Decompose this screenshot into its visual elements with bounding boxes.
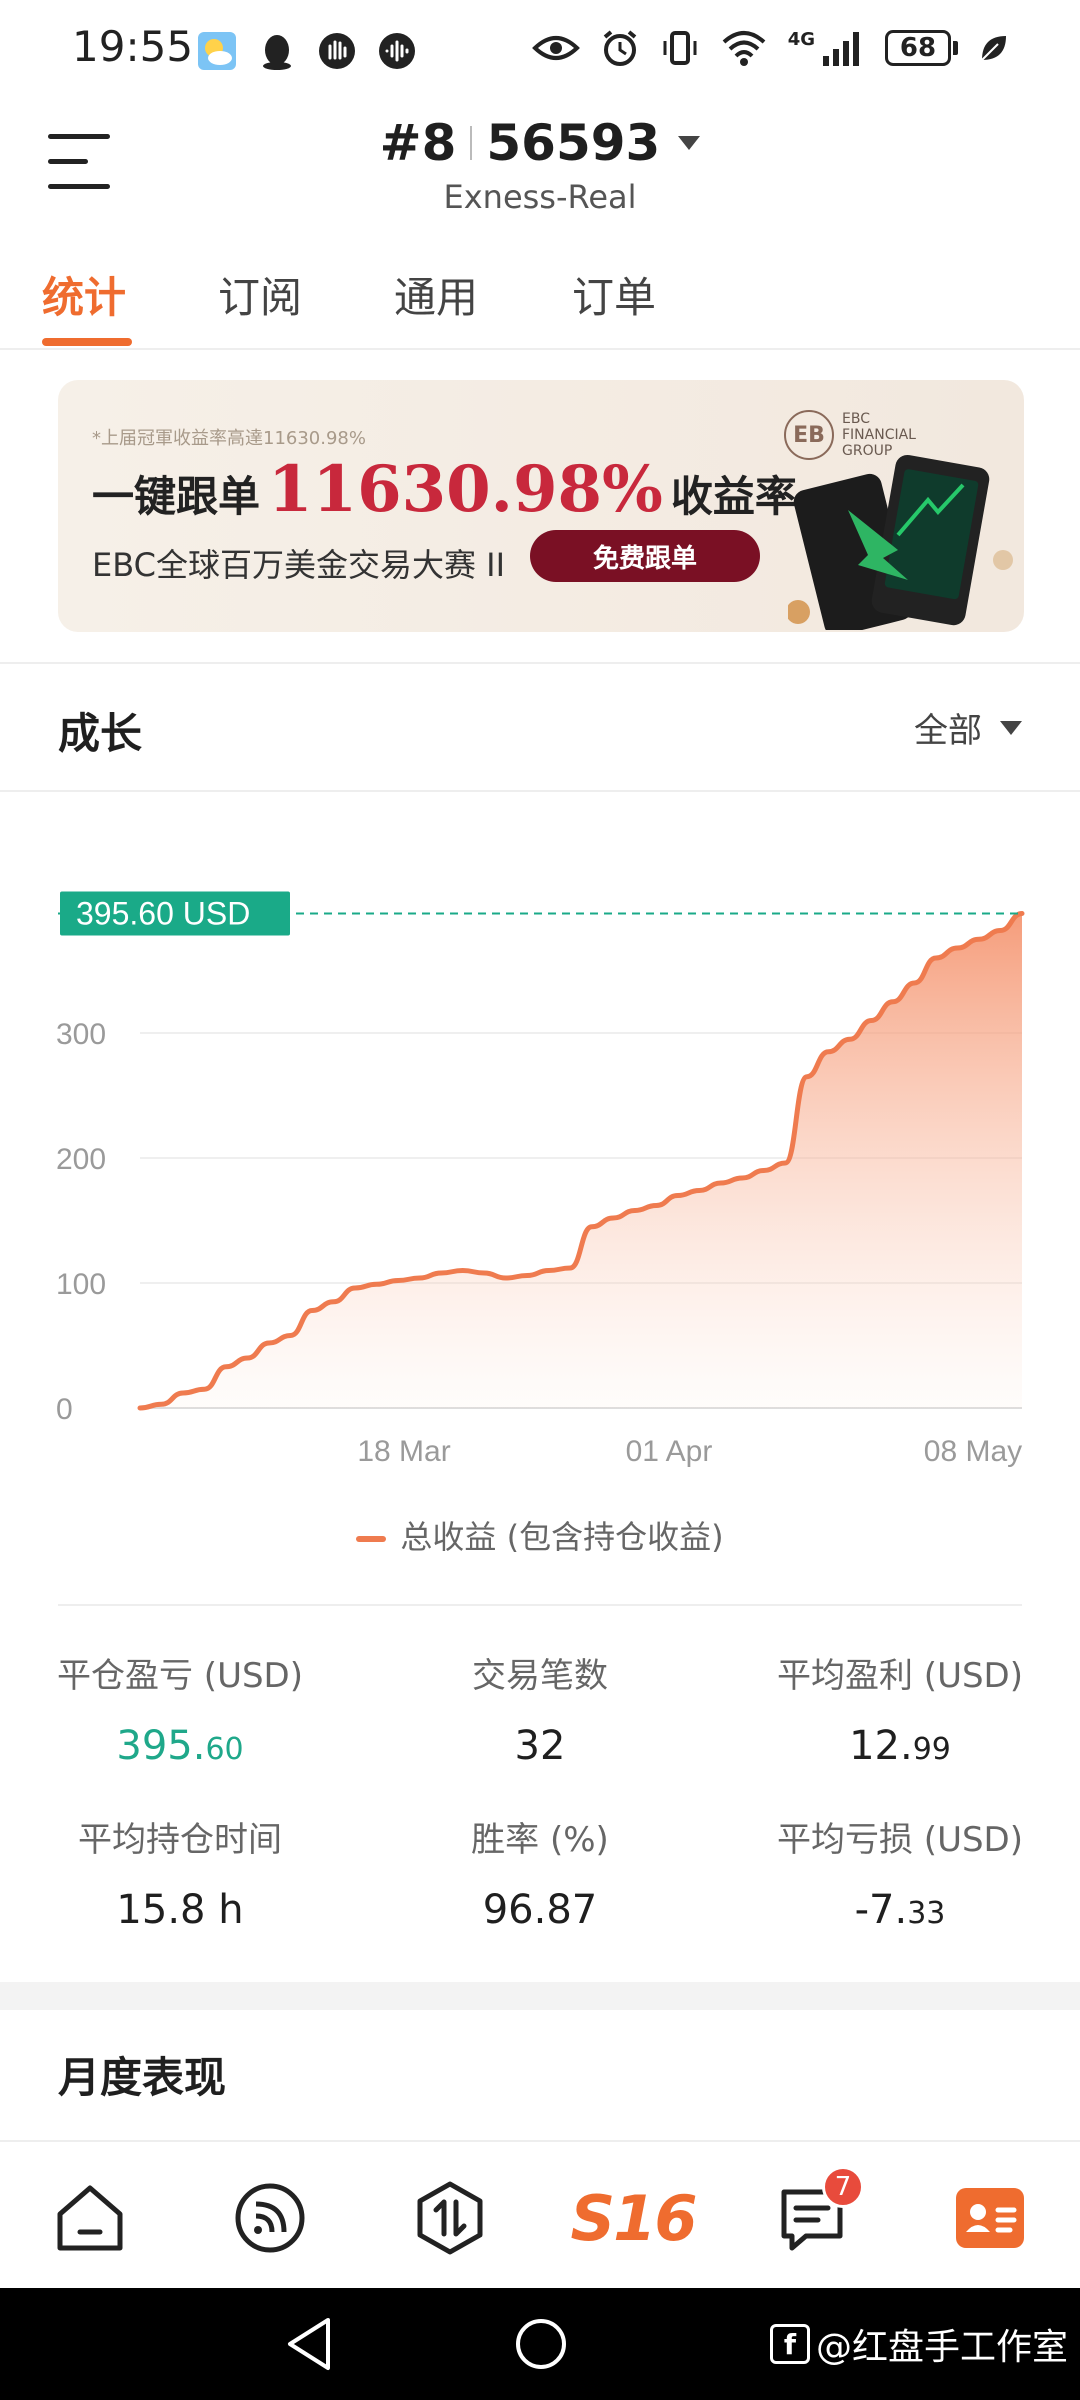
- phones-illustration: [788, 454, 1013, 630]
- banner-subtitle: EBC全球百万美金交易大赛 II: [92, 546, 506, 584]
- y-tick-label: 200: [56, 1143, 106, 1176]
- nav-profile[interactable]: [950, 2178, 1030, 2258]
- wifi-icon: [722, 31, 766, 66]
- y-tick-label: 300: [56, 1018, 106, 1051]
- x-tick-label: 18 Mar: [357, 1435, 450, 1468]
- banner-headline: 一键跟单 11630.98% 收益率: [92, 452, 797, 527]
- home-circle-icon[interactable]: [514, 2317, 568, 2371]
- current-value-label: 395.60 USD: [76, 896, 250, 932]
- trades-value: 32: [514, 1723, 566, 1769]
- battery-indicator: 68: [885, 30, 958, 66]
- stat-trades: 交易笔数 32: [360, 1648, 720, 1769]
- legend-label: 总收益 (包含持仓收益): [400, 1518, 724, 1556]
- tab-orders[interactable]: 订单: [572, 264, 656, 325]
- stat-avg-loss: 平均亏损 (USD) -7.33: [720, 1812, 1080, 1933]
- tab-statistics[interactable]: 统计: [42, 264, 126, 325]
- monthly-title: 月度表现: [58, 2053, 227, 2102]
- y-tick-label: 100: [56, 1268, 106, 1301]
- eye-icon: [531, 36, 580, 60]
- nav-home[interactable]: [50, 2178, 130, 2258]
- chart-legend: 总收益 (包含持仓收益): [0, 1512, 1080, 1558]
- period-filter-label: 全部: [914, 711, 982, 751]
- weather-icon: [198, 32, 236, 70]
- chevron-down-icon: [678, 136, 701, 150]
- audio-app-icon: [379, 33, 415, 69]
- promo-banner[interactable]: *上届冠軍收益率高達11630.98% 一键跟单 11630.98% 收益率 E…: [58, 380, 1024, 632]
- avg-profit-value: 12.99: [849, 1723, 951, 1769]
- profile-card-icon: [956, 2188, 1024, 2248]
- trade-icon: [417, 2181, 483, 2255]
- messages-badge: 7: [822, 2166, 864, 2208]
- growth-title: 成长: [58, 709, 143, 758]
- facebook-icon: f: [769, 2324, 810, 2364]
- y-tick-label: 0: [56, 1393, 73, 1426]
- chevron-down-icon: [1000, 720, 1022, 735]
- legend-swatch: [356, 1536, 387, 1542]
- avg-loss-value: -7.33: [854, 1887, 946, 1933]
- s16-brand: S16: [570, 2181, 698, 2255]
- home-icon: [57, 2185, 123, 2251]
- tab-subscription[interactable]: 订阅: [218, 264, 302, 325]
- bottom-nav: S16 7: [0, 2140, 1080, 2290]
- active-tab-indicator: [42, 338, 132, 346]
- growth-chart: 395.60 USD 0 100 200 300 18 Mar 01 Apr 08 May: [56, 891, 1025, 1468]
- free-copy-button[interactable]: 免费跟单: [530, 530, 760, 582]
- battery-level: 68: [885, 30, 951, 66]
- x-tick-label: 01 Apr: [626, 1435, 713, 1468]
- hand-app-icon: [319, 33, 355, 69]
- leaf-icon: [981, 36, 1006, 61]
- nav-feed[interactable]: [230, 2178, 310, 2258]
- qq-icon: [263, 35, 291, 70]
- app-header: #8 56593 Exness-Real: [0, 100, 1080, 230]
- stat-avg-hold: 平均持仓时间 15.8 h: [0, 1812, 360, 1933]
- tab-bar: 统计 订阅 通用 订单: [0, 250, 1080, 350]
- feed-icon: [235, 2183, 305, 2253]
- growth-area-fill: [140, 913, 1022, 1408]
- watermark-text: @红盘手工作室: [815, 2327, 1068, 2368]
- nav-trade[interactable]: [410, 2178, 490, 2258]
- avg-hold-value: 15.8 h: [116, 1887, 244, 1933]
- banner-return-value: 11630.98%: [268, 452, 663, 527]
- stat-closed-pl: 平仓盈亏 (USD) 395.60: [0, 1648, 360, 1769]
- stat-win-rate: 胜率 (%) 96.87: [360, 1812, 720, 1933]
- tab-general[interactable]: 通用: [394, 264, 478, 325]
- status-bar: 19:55 4G 68: [0, 0, 1080, 100]
- account-rank: #8: [379, 114, 457, 172]
- signal-icon: [823, 32, 859, 66]
- banner-note: *上届冠軍收益率高達11630.98%: [92, 428, 366, 449]
- network-type: 4G: [787, 28, 815, 50]
- stat-avg-profit: 平均盈利 (USD) 12.99: [720, 1648, 1080, 1769]
- account-number: 56593: [486, 114, 661, 172]
- period-filter[interactable]: 全部: [914, 703, 1022, 752]
- back-icon[interactable]: [284, 2316, 334, 2372]
- x-tick-label: 08 May: [924, 1435, 1022, 1468]
- status-time: 19:55: [72, 22, 194, 71]
- account-server: Exness-Real: [443, 178, 637, 216]
- status-system-icons: 4G 68: [531, 28, 1010, 68]
- win-rate-value: 96.87: [482, 1887, 598, 1933]
- system-nav-bar: f @红盘手工作室: [0, 2288, 1080, 2400]
- status-notification-icons: [196, 30, 418, 72]
- nav-messages[interactable]: 7: [772, 2166, 864, 2258]
- vibrate-icon: [663, 31, 697, 65]
- alarm-icon: [603, 30, 636, 66]
- watermark: f @红盘手工作室: [769, 2318, 1068, 2370]
- nav-s16[interactable]: S16: [571, 2178, 698, 2258]
- closed-pl-value: 395.60: [116, 1723, 244, 1769]
- account-switcher[interactable]: #8 56593 Exness-Real: [0, 114, 1080, 216]
